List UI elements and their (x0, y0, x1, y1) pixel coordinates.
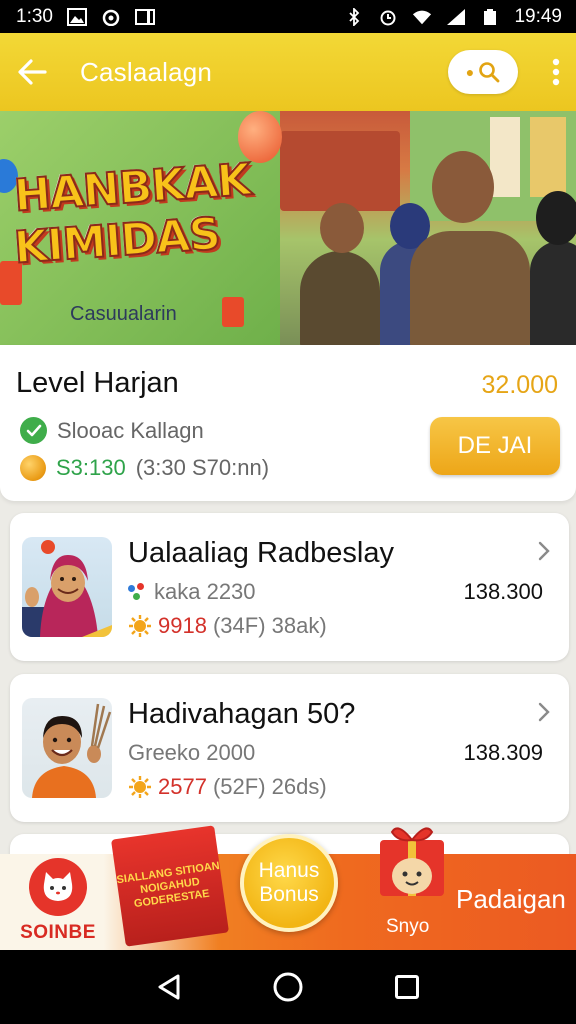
check-circle-icon (20, 417, 47, 444)
level-status-row: Slooac Kallagn (20, 417, 204, 444)
status-bar: 1:30 19:49 (0, 0, 576, 33)
banner-photo (240, 111, 576, 345)
list-item-points-detail: (52F) 26ds) (212, 774, 327, 799)
list-item[interactable]: Hadivahagan 50? Greeko 2000 2577 (52F) 2… (10, 674, 569, 822)
promo-bar: SOINBE SIALLANG SITIOAN NOIGAHUD GODERES… (0, 825, 576, 950)
square-recents-icon (394, 975, 419, 999)
dot-icon: ● (465, 64, 475, 80)
nav-recents-button[interactable] (387, 967, 427, 1007)
avatar (22, 537, 112, 637)
level-status-text: Slooac Kallagn (57, 417, 204, 443)
coin-value: S3:130 (56, 455, 126, 480)
app-bar: Caslaalagn ● (0, 33, 576, 111)
list-item-amount: 138.309 (463, 740, 543, 765)
triangle-back-icon (158, 974, 180, 1000)
system-nav-bar (0, 950, 576, 1024)
search-button[interactable]: ● (448, 50, 518, 94)
alarm-status-icon (102, 9, 120, 26)
level-card: Level Harjan 32.000 Slooac Kallagn S3:13… (0, 345, 576, 501)
status-time-left: 1:30 (16, 5, 53, 27)
list-item-points-row: 9918 (34F) 38ak) (128, 613, 327, 639)
status-time-right: 19:49 (514, 5, 562, 27)
arrow-left-icon (18, 59, 47, 85)
sun-icon (129, 776, 151, 798)
alarm-icon (380, 10, 396, 25)
more-options-button[interactable] (536, 33, 576, 111)
promo-banner[interactable]: HANBKAK KIMIDAS Casuualarin (0, 111, 576, 345)
coin-detail: (3:30 S70:nn) (135, 455, 270, 480)
chevron-right-icon (538, 541, 550, 561)
more-vertical-icon (552, 58, 560, 86)
list-item[interactable]: Ualaaliag Radbeslay kaka 2230 9918 (34F)… (10, 513, 569, 661)
list-item-amount: 138.300 (463, 579, 543, 604)
list-item-points: 9918 (158, 613, 207, 638)
chevron-right-icon (538, 702, 550, 722)
image-icon (66, 7, 87, 26)
gift-box[interactable]: SIALLANG SITIOAN NOIGAHUD GODERESTAE (110, 825, 230, 947)
level-amount: 32.000 (481, 371, 558, 399)
list-item-title: Hadivahagan 50? (128, 698, 356, 730)
back-button[interactable] (0, 33, 64, 111)
list-item-subtitle: kaka 2230 (154, 579, 256, 604)
soinbe-button[interactable]: SOINBE (10, 854, 106, 950)
wifi-icon (413, 10, 432, 24)
level-coin-row: S3:130 (3:30 S70:nn) (20, 455, 269, 481)
list-item-subtitle: Greeko 2000 (128, 740, 256, 765)
list-item-title: Ualaaliag Radbeslay (128, 537, 394, 569)
bonus-button[interactable]: Hanus Bonus (240, 834, 338, 932)
list-item-subtitle-row: Greeko 2000 (128, 740, 255, 766)
screenshot-icon (134, 8, 155, 25)
nav-back-button[interactable] (149, 967, 189, 1007)
list-item-subtitle-row: kaka 2230 (128, 579, 256, 605)
list-item-points-row: 2577 (52F) 26ds) (128, 774, 327, 800)
cat-logo-icon (29, 858, 87, 916)
signal-icon (447, 8, 466, 25)
battery-icon (484, 8, 497, 25)
banner-logo: HANBKAK KIMIDAS (11, 153, 252, 274)
list-item-points: 2577 (158, 774, 207, 799)
soinbe-label: SOINBE (20, 922, 96, 943)
circle-home-icon (273, 972, 303, 1002)
bonus-line1: Hanus (258, 859, 320, 882)
level-title: Level Harjan (16, 367, 179, 399)
dots-icon (128, 583, 146, 601)
gift-icon[interactable] (372, 820, 452, 900)
gift-label: Snyo (386, 916, 430, 937)
banner-subtitle: Casuualarin (70, 303, 177, 325)
list-item-points-detail: (34F) 38ak) (212, 613, 327, 638)
gift-box-text: SIALLANG SITIOAN NOIGAHUD GODERESTAE (115, 859, 221, 910)
bonus-line2: Bonus (259, 883, 319, 906)
coin-icon (20, 455, 46, 481)
nav-home-button[interactable] (268, 967, 308, 1007)
bluetooth-icon (349, 7, 360, 26)
sun-icon (129, 615, 151, 637)
page-title: Caslaalagn (80, 56, 213, 87)
search-icon (479, 62, 500, 83)
avatar (22, 698, 112, 798)
padaigan-button[interactable]: Padaigan (456, 884, 566, 915)
dejai-button[interactable]: DE JAI (430, 417, 560, 475)
